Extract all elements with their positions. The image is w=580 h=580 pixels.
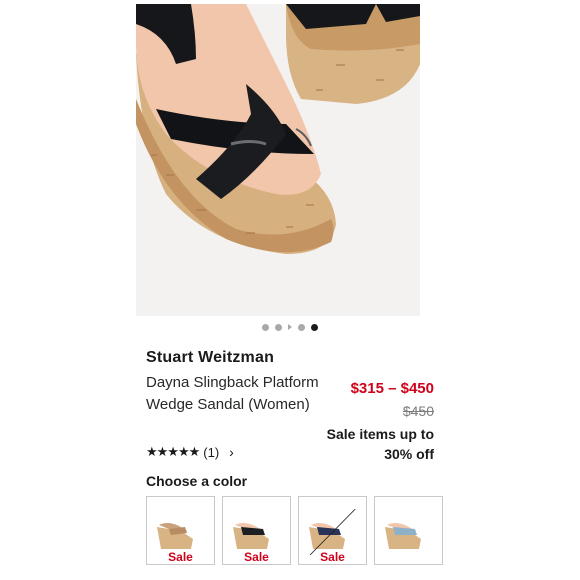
gallery-dot-4[interactable] <box>298 323 305 331</box>
gallery-dot-1[interactable] <box>262 323 269 331</box>
sale-badge: Sale <box>320 550 345 564</box>
shoe-thumbnail-icon <box>309 523 345 549</box>
price-range: $315 – $450 <box>350 380 434 397</box>
sale-badge: Sale <box>168 550 193 564</box>
gallery-dot-2[interactable] <box>275 323 282 331</box>
rating[interactable]: ★★★★★ (1) › <box>146 444 234 460</box>
color-swatch-1[interactable]: Sale <box>146 496 215 565</box>
rating-count: (1) <box>203 444 220 460</box>
product-name: Dayna Slingback Platform Wedge Sandal (W… <box>146 374 319 413</box>
sale-badge: Sale <box>244 550 269 564</box>
gallery-pagination[interactable] <box>0 322 580 332</box>
star-rating-icons: ★★★★★ <box>146 444 200 459</box>
original-price: $450 <box>402 403 434 419</box>
color-swatch-2[interactable]: Sale <box>222 496 291 565</box>
color-heading: Choose a color <box>146 473 248 489</box>
brand-name[interactable]: Stuart Weitzman <box>146 349 274 367</box>
color-swatch-4[interactable] <box>374 496 443 565</box>
color-swatches: Sale Sale Sale <box>146 496 443 565</box>
gallery-arrow-icon[interactable] <box>288 324 292 330</box>
gallery-dot-5[interactable] <box>311 323 318 331</box>
chevron-right-icon[interactable]: › <box>229 444 234 460</box>
shoe-thumbnail-icon <box>157 523 193 549</box>
color-swatch-3[interactable]: Sale <box>298 496 367 565</box>
shoe-thumbnail-icon <box>385 523 421 549</box>
shoe-photo <box>136 4 420 316</box>
product-image[interactable] <box>136 4 420 316</box>
shoe-thumbnail-icon <box>233 523 269 549</box>
sale-note: Sale items up to 30% off <box>326 426 434 462</box>
